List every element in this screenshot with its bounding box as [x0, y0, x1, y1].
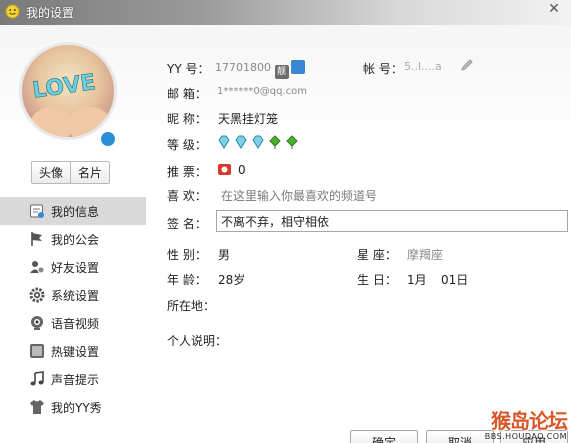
yy-number-value: 17701800 靓 — [215, 60, 305, 79]
nickname-label: 昵 称： — [167, 112, 207, 126]
sidebar-item-label: 系统设置 — [51, 288, 100, 303]
age-value: 28岁 — [218, 273, 246, 287]
gender-label: 性 别： — [167, 248, 207, 262]
keyboard-icon — [29, 343, 45, 359]
zodiac-value: 摩羯座 — [407, 248, 444, 262]
diamond-icon — [252, 135, 264, 149]
sidebar-item-system-settings[interactable]: 系统设置 — [0, 281, 146, 309]
diamond-icon — [218, 135, 230, 149]
avatar-text: LOVE — [31, 70, 97, 104]
sidebar-item-label: 我的YY秀 — [51, 400, 102, 415]
account-label: 帐 号： — [363, 62, 403, 76]
edit-pencil-icon[interactable] — [460, 58, 474, 75]
votes-label: 推 票： — [167, 165, 207, 179]
age-label: 年 龄： — [167, 273, 207, 287]
sidebar-item-yy-show[interactable]: 我的YY秀 — [0, 393, 146, 421]
sidebar-item-sound-alerts[interactable]: 声音提示 — [0, 365, 146, 393]
leaf-icon — [269, 135, 281, 149]
level-icons — [217, 135, 299, 149]
ticket-icon — [218, 164, 231, 175]
like-label: 喜 欢： — [167, 189, 207, 203]
sidebar-item-voice-video[interactable]: 语音视频 — [0, 309, 146, 337]
nickname-value: 天黑挂灯笼 — [218, 112, 279, 126]
title-bar[interactable]: 我的设置 ✕ — [0, 0, 571, 25]
birthday-label: 生 日： — [357, 273, 397, 287]
ok-button[interactable]: 确定 — [350, 430, 418, 443]
close-icon: ✕ — [548, 1, 560, 17]
yy-number-label: YY 号： — [167, 62, 210, 76]
sidebar-nav: 我的信息 我的公会 好友设置 系统设置 语音视频 热键设置 声音提示 我的YY秀 — [0, 197, 146, 421]
music-note-icon — [29, 371, 45, 387]
yy-number-text: 17701800 — [215, 61, 271, 74]
email-value: 1******0@qq.com — [217, 86, 307, 97]
location-label: 所在地： — [167, 299, 216, 313]
sidebar-item-my-guild[interactable]: 我的公会 — [0, 225, 146, 253]
leaf-icon — [286, 135, 298, 149]
zodiac-label: 星 座： — [357, 248, 397, 262]
sidebar-item-friend-settings[interactable]: 好友设置 — [0, 253, 146, 281]
avatar-button[interactable]: 头像 — [31, 161, 72, 184]
profile-card-icon — [29, 203, 45, 219]
webcam-icon — [29, 315, 45, 331]
sidebar-item-label: 好友设置 — [51, 260, 100, 275]
sidebar-item-label: 我的公会 — [51, 232, 100, 247]
diamond-icon — [235, 135, 247, 149]
sidebar-item-label: 语音视频 — [51, 316, 100, 331]
birthday-day-select[interactable]: 01日 — [441, 271, 468, 288]
flag-icon — [29, 231, 45, 247]
watermark-brand: 猴岛论坛 — [491, 409, 568, 433]
avatar[interactable]: LOVE — [19, 42, 117, 140]
votes-count: 0 — [238, 162, 246, 177]
sidebar-item-label: 热键设置 — [51, 344, 100, 359]
votes-value: 0 — [217, 162, 246, 177]
favorite-channel-input[interactable]: 在这里输入你最喜欢的频道号 — [221, 187, 377, 204]
sidebar-item-label: 我的信息 — [51, 204, 100, 219]
account-value: 5..l....a — [404, 60, 442, 73]
signature-label: 签 名： — [167, 217, 207, 231]
signature-input[interactable]: 不离不弃，相守相依 — [216, 210, 568, 232]
avatar-button-row: 头像 名片 — [31, 161, 111, 184]
avatar-badge-icon — [99, 130, 117, 148]
avatar-image: LOVE — [30, 70, 112, 137]
shirt-icon — [29, 399, 45, 415]
vip-number-badge: 靓 — [274, 65, 289, 79]
watermark-url: BBS.HOUDAO.COM — [484, 432, 567, 441]
sidebar-item-label: 声音提示 — [51, 372, 100, 387]
card-button[interactable]: 名片 — [70, 161, 111, 184]
sidebar-item-hotkey-settings[interactable]: 热键设置 — [0, 337, 146, 365]
email-label: 邮 箱： — [167, 87, 207, 101]
user-settings-icon — [29, 259, 45, 275]
settings-window: 我的设置 ✕ LOVE 头像 名片 我的信息 我的公会 好友设置 系统设置 语音… — [0, 0, 571, 443]
window-title: 我的设置 — [26, 6, 75, 20]
app-icon — [5, 4, 20, 19]
gear-icon — [29, 287, 45, 303]
close-button[interactable]: ✕ — [541, 0, 567, 18]
level-label: 等 级： — [167, 138, 207, 152]
forum-watermark: 猴岛论坛 BBS.HOUDAO.COM — [484, 405, 568, 441]
sidebar-item-my-info[interactable]: 我的信息 — [0, 197, 146, 225]
business-card-icon[interactable] — [290, 60, 305, 74]
birthday-month-select[interactable]: 1月 — [407, 271, 427, 288]
description-label: 个人说明： — [167, 334, 228, 348]
gender-value[interactable]: 男 — [218, 246, 230, 263]
